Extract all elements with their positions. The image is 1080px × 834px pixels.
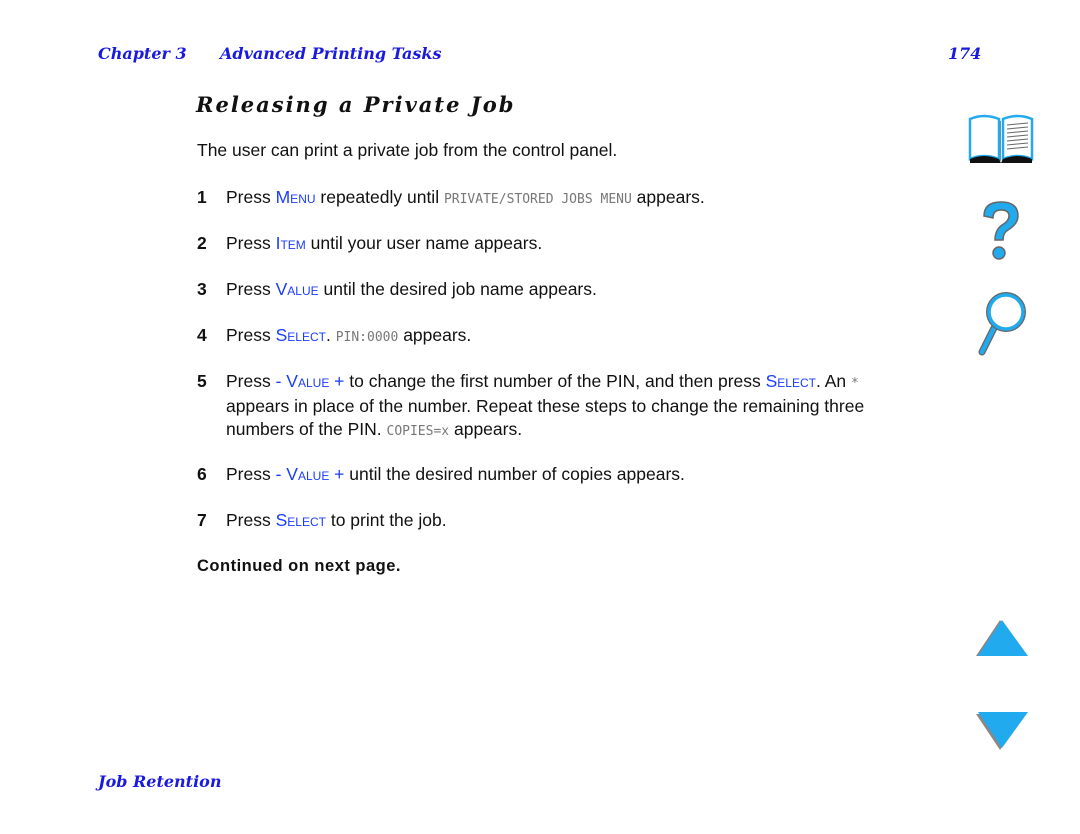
- step-text: Press - Value + to change the first numb…: [226, 370, 897, 443]
- step-text: Press Select to print the job.: [226, 509, 897, 532]
- step-text: Press Select. PIN:0000 appears.: [226, 324, 897, 349]
- step-number: 1: [197, 187, 207, 207]
- page-number: 174: [948, 44, 982, 63]
- next-page-icon[interactable]: [974, 712, 1030, 752]
- step-text-fragment: until the desired job name appears.: [318, 279, 597, 299]
- chapter-label[interactable]: Chapter 3: [98, 44, 187, 63]
- step-item: 7 Press Select to print the job.: [197, 509, 897, 532]
- step-text-fragment: to change the first number of the PIN, a…: [344, 371, 766, 391]
- control-panel-key: Select: [275, 510, 326, 530]
- step-text-fragment: repeatedly until: [315, 187, 444, 207]
- control-panel-key: Item: [275, 233, 306, 253]
- step-text-fragment: appears.: [449, 419, 523, 439]
- control-panel-key: Select: [275, 325, 326, 345]
- step-text-fragment: Press: [226, 233, 276, 253]
- display-message: PRIVATE/STORED JOBS MENU: [443, 192, 632, 207]
- step-text-fragment: until your user name appears.: [305, 233, 543, 253]
- step-text: Press Item until your user name appears.: [226, 232, 897, 255]
- control-panel-key: - Value +: [275, 464, 345, 484]
- control-panel-key: Menu: [275, 187, 316, 207]
- step-number: 6: [197, 464, 207, 484]
- step-text-fragment: Press: [226, 325, 276, 345]
- step-item: 5 Press - Value + to change the first num…: [197, 370, 897, 443]
- step-text-fragment: .: [325, 325, 336, 345]
- step-number: 3: [197, 279, 207, 299]
- control-panel-key: Select: [765, 371, 816, 391]
- step-item: 2 Press Item until your user name appears…: [197, 232, 897, 255]
- step-number: 7: [197, 510, 207, 530]
- step-text-fragment: until the desired number of copies appea…: [344, 464, 685, 484]
- step-text: Press - Value + until the desired number…: [226, 463, 897, 486]
- intro-text: The user can print a private job from th…: [197, 140, 618, 160]
- control-panel-key: - Value +: [275, 371, 345, 391]
- step-text-fragment: Press: [226, 279, 276, 299]
- book-icon[interactable]: [968, 113, 1036, 165]
- step-item: 3 Press Value until the desired job name …: [197, 278, 897, 301]
- step-text-fragment: Press: [226, 187, 276, 207]
- step-text-fragment: . An: [815, 371, 852, 391]
- step-number: 4: [197, 325, 207, 345]
- display-message: COPIES=x: [386, 424, 450, 439]
- step-text-fragment: Press: [226, 464, 276, 484]
- step-text: Press Menu repeatedly until PRIVATE/STOR…: [226, 186, 897, 211]
- display-message: PIN:0000: [335, 330, 399, 345]
- step-item: 6 Press - Value + until the desired numbe…: [197, 463, 897, 486]
- previous-page-icon[interactable]: [974, 618, 1030, 658]
- control-panel-key: Value: [275, 279, 319, 299]
- step-item: 4 Press Select. PIN:0000 appears.: [197, 324, 897, 349]
- search-icon[interactable]: [974, 290, 1030, 356]
- step-item: 1 Press Menu repeatedly until PRIVATE/STO…: [197, 186, 897, 211]
- step-text-fragment: to print the job.: [325, 510, 447, 530]
- footer-link[interactable]: Job Retention: [98, 772, 221, 791]
- section-title: Releasing a Private Job: [196, 92, 516, 117]
- step-number: 5: [197, 371, 207, 391]
- display-message: *: [851, 376, 859, 391]
- step-text-fragment: appears in place of the number. Repeat t…: [226, 396, 865, 439]
- step-text-fragment: Press: [226, 510, 276, 530]
- chapter-title-link[interactable]: Advanced Printing Tasks: [220, 44, 441, 63]
- step-number: 2: [197, 233, 207, 253]
- step-text-fragment: Press: [226, 371, 276, 391]
- step-text: Press Value until the desired job name a…: [226, 278, 897, 301]
- continued-note: Continued on next page.: [197, 557, 401, 575]
- step-text-fragment: appears.: [398, 325, 472, 345]
- step-text-fragment: appears.: [631, 187, 705, 207]
- help-icon[interactable]: [976, 198, 1026, 264]
